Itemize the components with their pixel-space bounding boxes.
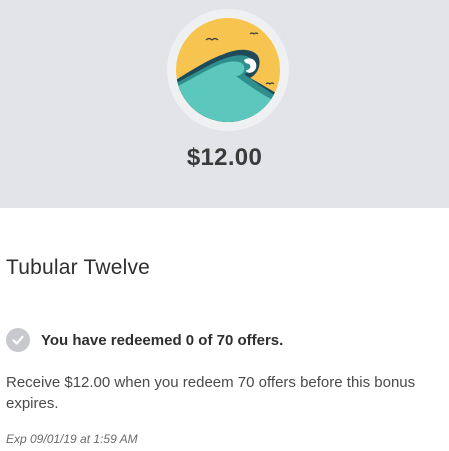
offer-title: Tubular Twelve <box>6 256 151 279</box>
reward-amount: $12.00 <box>186 144 263 171</box>
reward-header: $12.00 <box>0 0 449 208</box>
bonus-offer-page: $12.00 Tubular Twelve You have redeemed … <box>0 0 449 451</box>
offer-expiry: Exp 09/01/19 at 1:59 AM <box>6 432 138 446</box>
redemption-status: You have redeemed 0 of 70 offers. <box>6 328 283 352</box>
offer-description: Receive $12.00 when you redeem 70 offers… <box>6 374 416 412</box>
wave-badge-icon <box>166 8 290 132</box>
redemption-status-text: You have redeemed 0 of 70 offers. <box>41 331 284 349</box>
check-circle-icon <box>6 328 30 352</box>
